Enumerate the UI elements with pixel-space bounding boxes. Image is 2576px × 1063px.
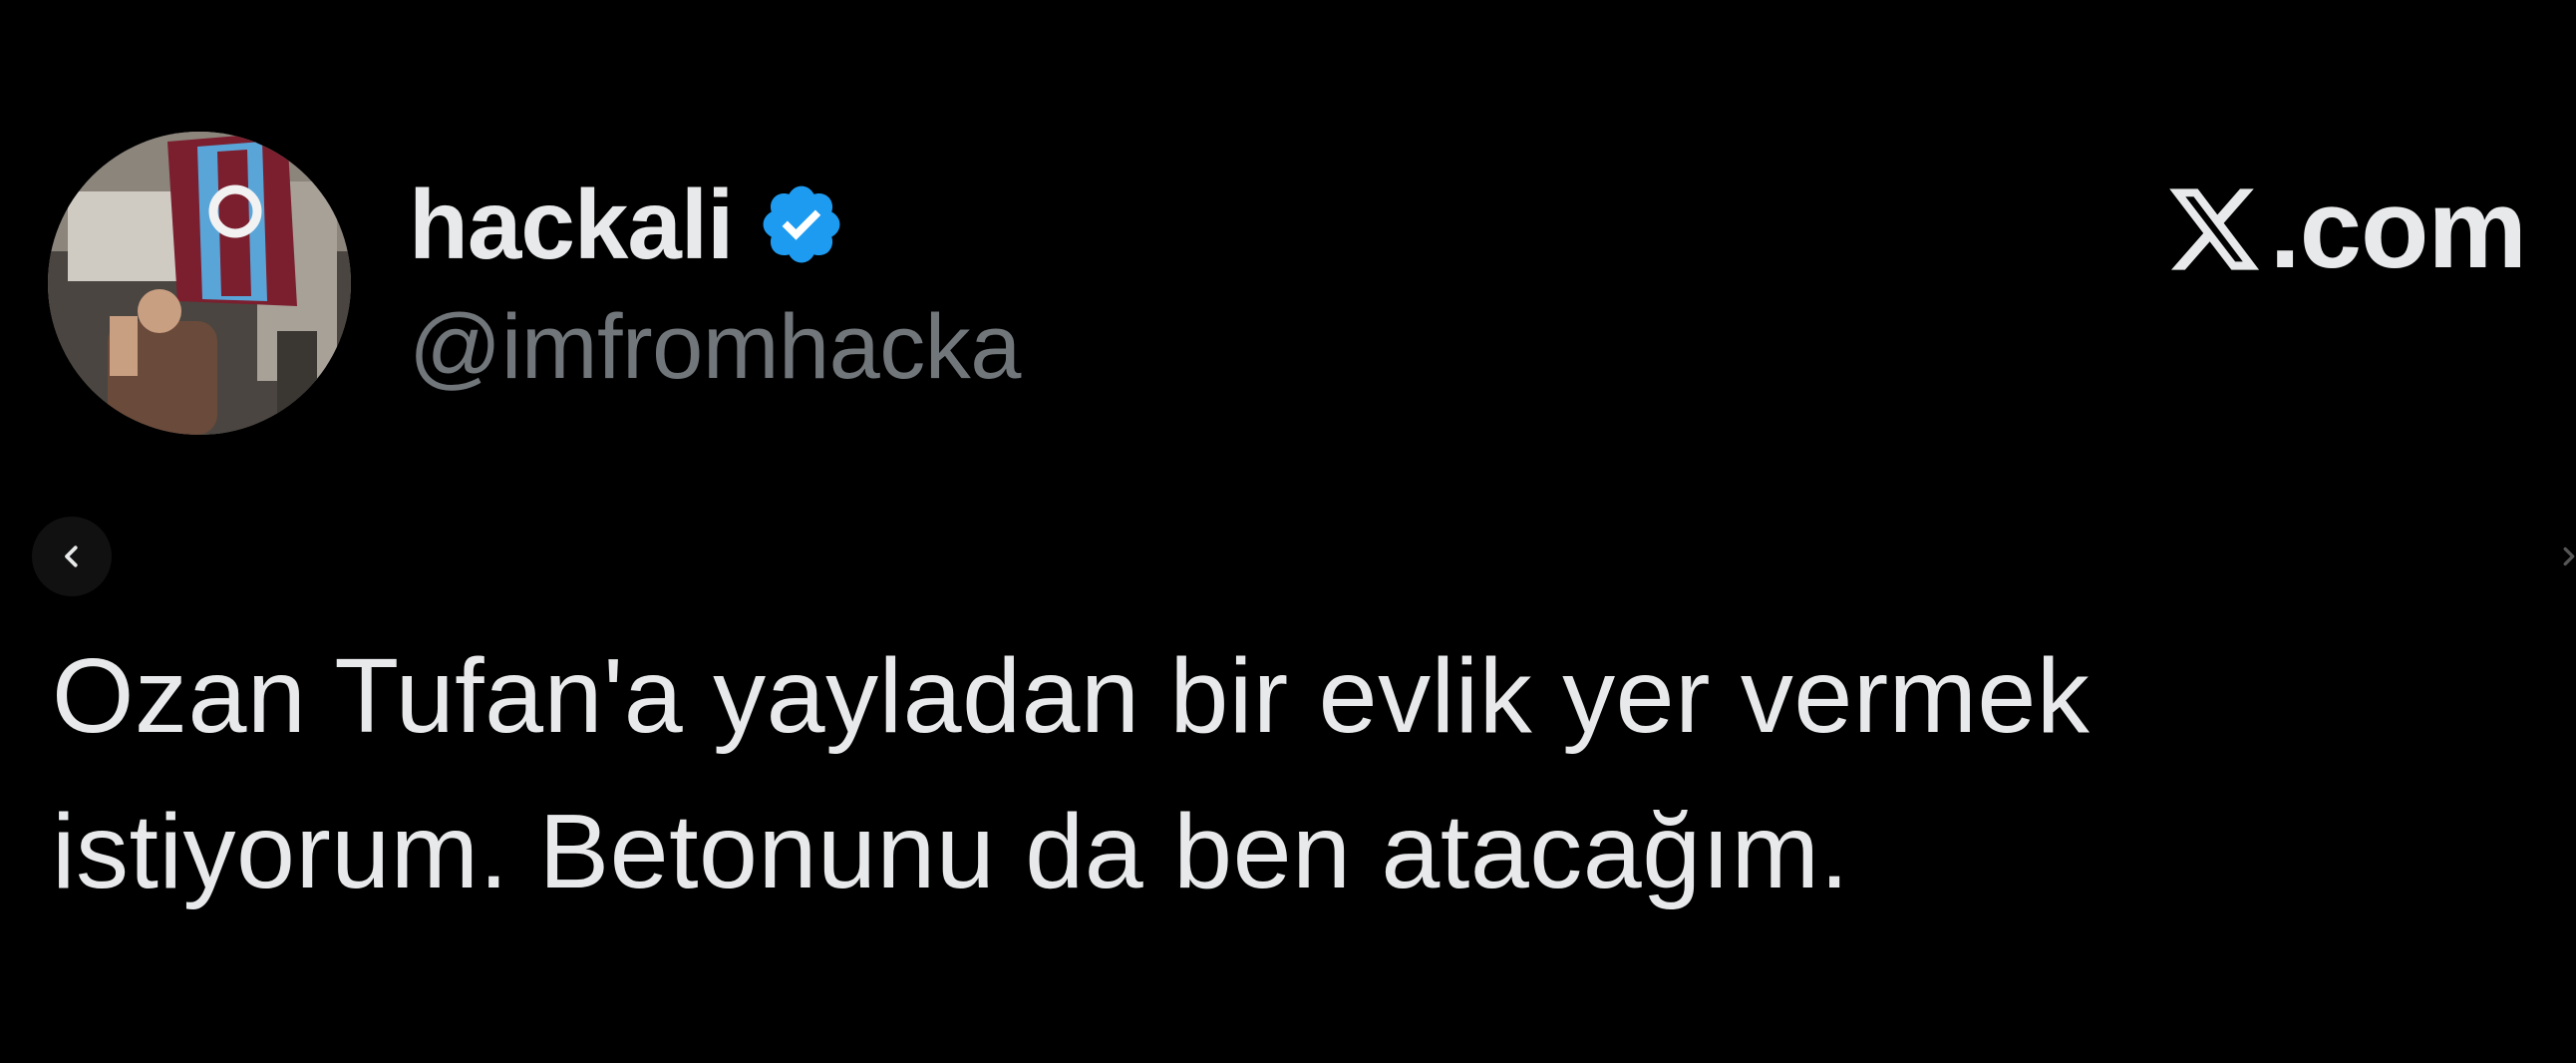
- brand-logo: .com: [2162, 167, 2527, 291]
- tweet-text-line: istiyorum. Betonunu da ben atacağım.: [52, 793, 1850, 910]
- previous-button[interactable]: [32, 517, 112, 596]
- avatar[interactable]: [48, 132, 351, 435]
- user-block: hackali @imfromhacka: [409, 170, 1021, 393]
- avatar-photo: [48, 132, 351, 435]
- brand-text: .com: [2269, 167, 2527, 291]
- x-logo-icon: [2162, 179, 2266, 279]
- username[interactable]: @imfromhacka: [409, 301, 1021, 393]
- tweet-text-line: Ozan Tufan'a yayladan bir evlik yer verm…: [52, 637, 2091, 755]
- tweet-card: hackali @imfromhacka .com Ozan Tufan'a y…: [0, 0, 2576, 1063]
- next-button[interactable]: [2550, 517, 2576, 596]
- verified-badge-icon: [757, 179, 846, 269]
- tweet-text: Ozan Tufan'a yayladan bir evlik yer verm…: [52, 618, 2444, 929]
- chevron-left-icon: [65, 545, 78, 567]
- display-name-row: hackali: [409, 170, 1021, 279]
- chevron-right-icon: [2563, 546, 2575, 566]
- display-name[interactable]: hackali: [409, 176, 734, 273]
